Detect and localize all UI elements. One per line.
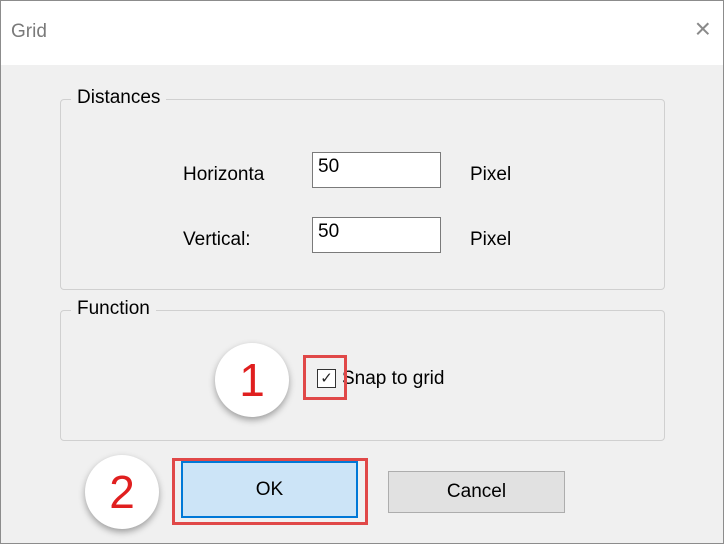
close-icon[interactable]: × [695,15,711,43]
horizontal-unit: Pixel [470,164,512,185]
cancel-button[interactable]: Cancel [388,471,565,513]
horizontal-label: Horizonta [183,164,265,185]
vertical-label: Vertical: [183,229,251,250]
ok-button-highlight [172,458,368,525]
vertical-unit: Pixel [470,229,512,250]
vertical-input[interactable]: 50 [312,217,441,253]
snap-to-grid-label[interactable]: Snap to grid [342,367,444,391]
checkbox-highlight [303,355,347,400]
title-bar: Grid × [1,1,723,65]
distances-legend: Distances [71,85,167,111]
step-2-badge: 2 [85,455,159,529]
grid-dialog: Grid × Distances Horizonta 50 Pixel Vert… [0,0,724,544]
window-title: Grid [11,21,47,42]
function-legend: Function [71,296,156,322]
horizontal-input[interactable]: 50 [312,152,441,188]
distances-group: Distances [60,85,665,290]
step-1-badge: 1 [215,343,289,417]
